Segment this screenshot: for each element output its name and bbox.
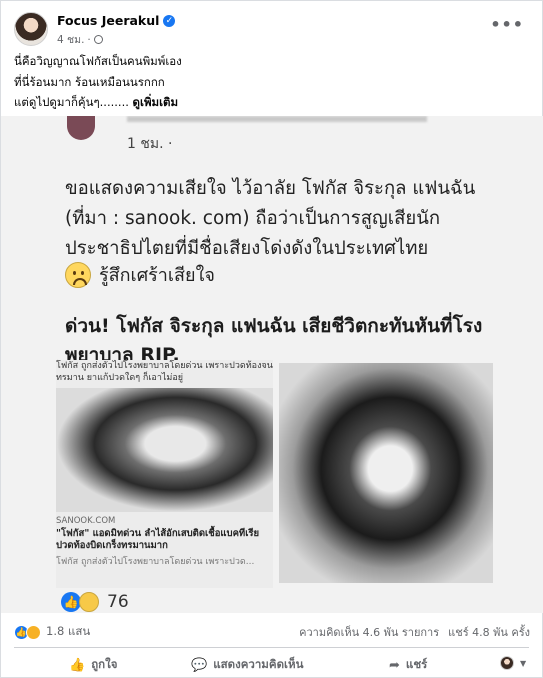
comment-bubble-icon: 💬 [191,657,208,673]
post-card: Focus Jeerakul ✓ 4 ชม. · ••• นี่คือวิญญา… [0,0,543,678]
meta-separator: · [87,33,91,46]
comment-label: แสดงความคิดเห็น [213,657,304,671]
post-meta: 4 ชม. · [57,31,103,48]
action-bar: 👍 ถูกใจ 💬 แสดงความคิดเห็น ➦ แชร์ ▼ [1,653,543,675]
more-options-icon[interactable]: ••• [490,15,524,34]
post-caption: นี่คือวิญญาณโฟกัสเป็นคนพิมพ์เอง ที่นี่ร้… [14,51,524,113]
audience-selector[interactable]: ▼ [500,656,526,670]
share-count[interactable]: แชร์ 4.8 พัน ครั้ง [448,623,530,641]
reaction-summary[interactable]: 👍 1.8 แสน [14,623,90,641]
haha-reaction-icon [26,624,41,640]
engagement-stats: ความคิดเห็น 4.6 พัน รายการ แชร์ 4.8 พัน … [299,623,530,641]
profile-avatar [500,656,514,670]
chevron-down-icon: ▼ [520,658,527,668]
comment-count[interactable]: ความคิดเห็น 4.6 พัน รายการ [299,623,439,641]
embedded-feeling: รู้สึกเศร้าเสียใจ [65,260,215,289]
news-subtitle: โฟกัส ถูกส่งตัวไปโรงพยาบาลโดยด่วน เพราะป… [56,557,255,567]
comment-button[interactable]: 💬 แสดงความคิดเห็น [191,656,303,674]
author-name[interactable]: Focus Jeerakul [57,13,159,28]
caption-line-text: แต่ดูไปดูมาก็คุ้นๆ........ [14,95,129,109]
share-label: แชร์ [405,657,428,671]
divider [14,647,529,648]
author-name-row: Focus Jeerakul ✓ [57,13,176,28]
sad-reaction-icon [79,592,99,612]
post-image[interactable]: 1 ชม. · ขอแสดงความเสียใจ ไว้อาลัย โฟกัส … [1,116,543,613]
like-label: ถูกใจ [91,657,118,671]
share-arrow-icon: ➦ [389,657,400,673]
thumbs-up-icon: 👍 [69,657,86,673]
embedded-reaction-count: 76 [107,592,129,612]
author-avatar[interactable] [14,12,48,46]
reaction-count[interactable]: 1.8 แสน [46,623,90,641]
thumbs-up-icon: 👍 [61,592,81,612]
globe-icon [93,35,103,44]
embedded-body-text: ขอแสดงความเสียใจ ไว้อาลัย โฟกัส จิระกุล … [65,178,476,259]
news-link-card: โฟกัส ถูกส่งตัวไปโรงพยาบาลโดยด่วน เพราะป… [56,360,273,588]
see-more-link[interactable]: ดูเพิ่มเติม [133,95,179,109]
news-title: "โฟกัส" แอดมิทด่วน ลำไส้อักเสบติดเชื้อแบ… [56,528,260,551]
share-button[interactable]: ➦ แชร์ [389,656,427,674]
embedded-avatar [67,116,95,140]
caption-line: นี่คือวิญญาณโฟกัสเป็นคนพิมพ์เอง [14,54,182,68]
news-photo-caption: โฟกัส ถูกส่งตัวไปโรงพยาบาลโดยด่วน เพราะป… [56,361,273,383]
feeling-label: รู้สึกเศร้าเสียใจ [99,265,215,286]
post-time[interactable]: 4 ชม. [57,31,84,48]
portrait-photo [279,363,493,583]
embedded-time: 1 ชม. · [127,136,173,152]
sad-face-icon [65,261,91,288]
caption-line: ที่นี่ร้อนมาก ร้อนเหมือนนรกกก [14,74,165,89]
embedded-reactions: 👍 76 [61,592,129,612]
news-photo [56,388,273,512]
verified-badge-icon: ✓ [163,14,176,27]
embedded-name-cropped [127,116,427,122]
caption-line: แต่ดูไปดูมาก็คุ้นๆ........ ดูเพิ่มเติม [14,92,524,113]
like-button[interactable]: 👍 ถูกใจ [69,656,117,674]
news-source: SANOOK.COM [56,516,116,526]
